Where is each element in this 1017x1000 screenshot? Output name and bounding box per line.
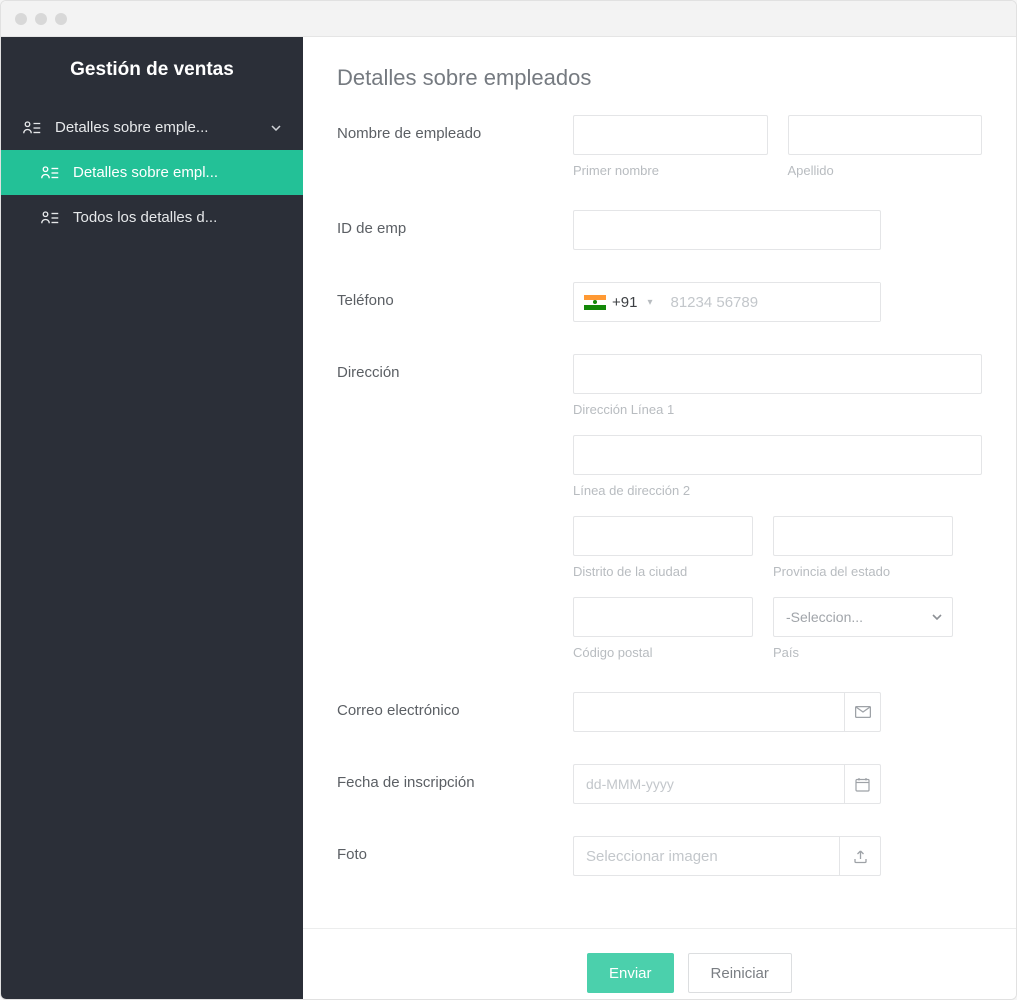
- photo-upload-field[interactable]: Seleccionar imagen: [573, 836, 839, 876]
- row-employee-name: Nombre de empleado Primer nombre Apellid…: [337, 115, 982, 178]
- state-sublabel: Provincia del estado: [773, 564, 953, 579]
- phone-field[interactable]: [660, 283, 880, 321]
- date-field[interactable]: [573, 764, 844, 804]
- sidebar-item-employee-details[interactable]: Detalles sobre empl...: [1, 150, 303, 195]
- main-content: Detalles sobre empleados Nombre de emple…: [303, 37, 1016, 999]
- caret-down-icon: ▾: [647, 297, 652, 308]
- label-address: Dirección: [337, 354, 573, 381]
- postal-sublabel: Código postal: [573, 645, 753, 660]
- label-email: Correo electrónico: [337, 692, 573, 719]
- window-titlebar: [1, 1, 1016, 37]
- sidebar: Gestión de ventas Detalles sobre emple..…: [1, 37, 303, 999]
- row-email: Correo electrónico: [337, 692, 982, 732]
- country-code-selector[interactable]: +91 ▾: [574, 294, 660, 311]
- reset-button[interactable]: Reiniciar: [688, 953, 792, 993]
- traffic-light-zoom[interactable]: [55, 13, 67, 25]
- sidebar-item-all-details[interactable]: Todos los detalles d...: [1, 195, 303, 240]
- address-line2-sublabel: Línea de dirección 2: [573, 483, 982, 498]
- person-list-icon: [41, 165, 59, 181]
- email-field[interactable]: [573, 692, 844, 732]
- postal-field[interactable]: [573, 597, 753, 637]
- address-line2-field[interactable]: [573, 435, 982, 475]
- last-name-sublabel: Apellido: [788, 163, 983, 178]
- district-field[interactable]: [573, 516, 753, 556]
- district-sublabel: Distrito de la ciudad: [573, 564, 753, 579]
- country-sublabel: País: [773, 645, 953, 660]
- label-emp-id: ID de emp: [337, 210, 573, 237]
- calendar-icon[interactable]: [844, 764, 881, 804]
- sidebar-group-employee-details[interactable]: Detalles sobre emple...: [1, 105, 303, 150]
- state-field[interactable]: [773, 516, 953, 556]
- traffic-light-minimize[interactable]: [35, 13, 47, 25]
- upload-icon[interactable]: [839, 836, 881, 876]
- submit-button[interactable]: Enviar: [587, 953, 674, 993]
- sidebar-group-label: Detalles sobre emple...: [55, 119, 208, 136]
- row-photo: Foto Seleccionar imagen: [337, 836, 982, 876]
- country-select-text: -Seleccion...: [786, 609, 863, 625]
- row-phone: Teléfono +91 ▾: [337, 282, 982, 322]
- photo-placeholder: Seleccionar imagen: [586, 848, 718, 865]
- traffic-light-close[interactable]: [15, 13, 27, 25]
- row-emp-id: ID de emp: [337, 210, 982, 250]
- label-phone: Teléfono: [337, 282, 573, 309]
- phone-input-group: +91 ▾: [573, 282, 881, 322]
- emp-id-field[interactable]: [573, 210, 881, 250]
- dial-code: +91: [612, 294, 641, 311]
- sidebar-item-label: Detalles sobre empl...: [73, 164, 218, 181]
- chevron-down-icon: [271, 125, 281, 131]
- address-line1-field[interactable]: [573, 354, 982, 394]
- app-window: Gestión de ventas Detalles sobre emple..…: [0, 0, 1017, 1000]
- first-name-sublabel: Primer nombre: [573, 163, 768, 178]
- flag-india-icon: [584, 295, 606, 310]
- label-photo: Foto: [337, 836, 573, 863]
- sidebar-item-label: Todos los detalles d...: [73, 209, 217, 226]
- employee-form: Nombre de empleado Primer nombre Apellid…: [303, 115, 1016, 928]
- caret-down-icon: [932, 614, 942, 620]
- country-select[interactable]: -Seleccion...: [773, 597, 953, 637]
- form-footer: Enviar Reiniciar: [303, 928, 1016, 999]
- row-address: Dirección Dirección Línea 1 Línea de dir…: [337, 354, 982, 660]
- address-line1-sublabel: Dirección Línea 1: [573, 402, 982, 417]
- label-date: Fecha de inscripción: [337, 764, 573, 791]
- sidebar-title: Gestión de ventas: [1, 37, 303, 105]
- email-icon: [844, 692, 881, 732]
- first-name-field[interactable]: [573, 115, 768, 155]
- page-title: Detalles sobre empleados: [303, 37, 1016, 115]
- label-employee-name: Nombre de empleado: [337, 115, 573, 142]
- person-list-icon: [41, 210, 59, 226]
- last-name-field[interactable]: [788, 115, 983, 155]
- row-date: Fecha de inscripción: [337, 764, 982, 804]
- person-list-icon: [23, 120, 41, 136]
